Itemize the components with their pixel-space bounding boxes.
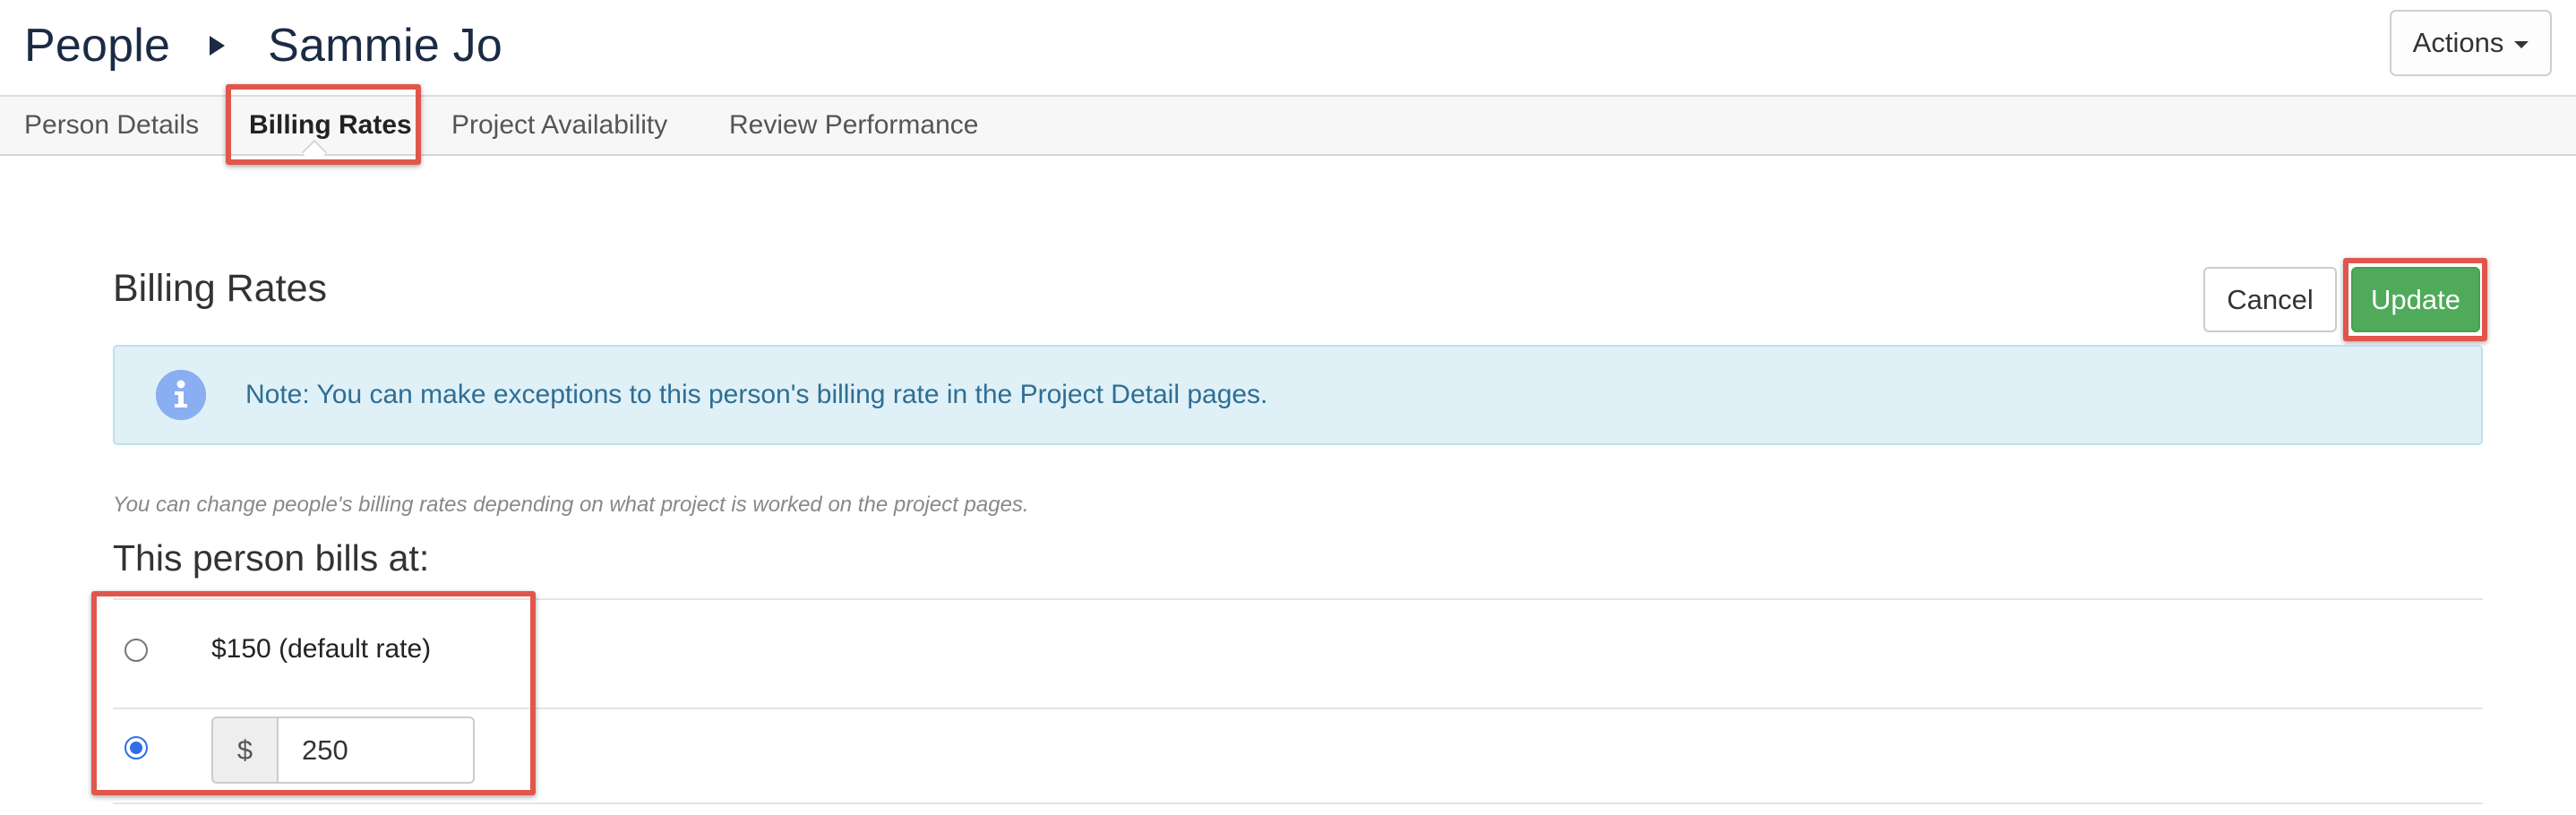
info-icon [156,370,206,420]
custom-rate-input[interactable] [279,716,475,784]
currency-addon: $ [211,716,279,784]
info-alert: Note: You can make exceptions to this pe… [113,345,2483,445]
divider [113,708,2483,709]
tab-project-availability[interactable]: Project Availability [451,97,667,154]
custom-rate-input-group: $ [211,716,475,784]
breadcrumb: People Sammie Jo [24,16,502,75]
actions-label: Actions [2412,27,2504,58]
page-header: People Sammie Jo Actions [0,0,2576,95]
divider [113,802,2483,804]
page: People Sammie Jo Actions Person Details … [0,0,2576,815]
alert-text: Note: You can make exceptions to this pe… [245,380,1268,409]
tab-bar: Person Details Billing Rates Project Ava… [0,95,2576,156]
default-rate-label: $150 (default rate) [211,634,432,664]
cancel-button[interactable]: Cancel [2203,267,2337,332]
update-button[interactable]: Update [2351,267,2480,332]
tab-billing-rates[interactable]: Billing Rates [249,97,412,154]
bills-at-heading: This person bills at: [113,537,430,579]
tab-review-performance[interactable]: Review Performance [729,97,978,154]
caret-down-icon [2514,41,2529,48]
breadcrumb-current-person: Sammie Jo [268,20,503,72]
section-title: Billing Rates [113,267,327,310]
default-rate-radio[interactable] [125,639,148,662]
tab-person-details[interactable]: Person Details [24,97,199,154]
actions-dropdown-button[interactable]: Actions [2390,10,2552,76]
divider [113,598,2483,600]
triangle-right-icon [210,36,226,56]
billing-hint-text: You can change people's billing rates de… [113,493,1029,517]
custom-rate-radio[interactable] [125,736,148,759]
breadcrumb-people-link[interactable]: People [24,16,170,75]
